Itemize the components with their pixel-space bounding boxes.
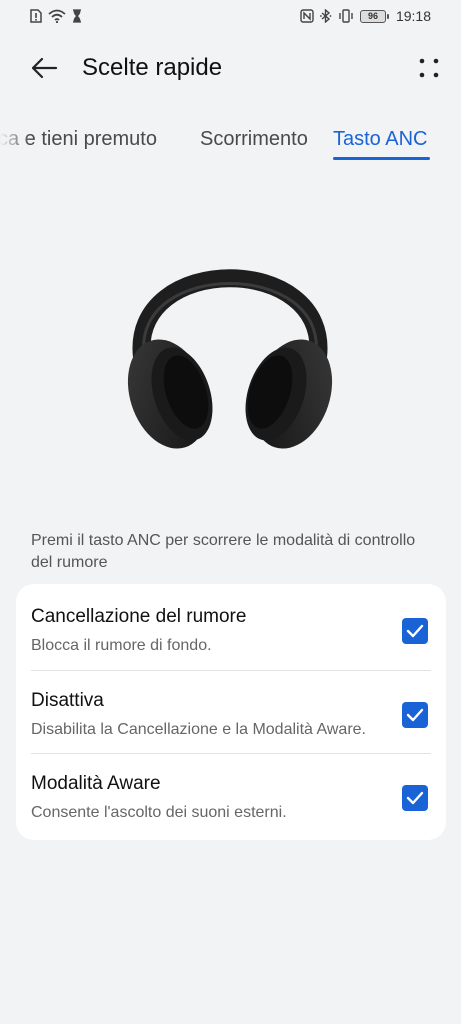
option-subtitle: Consente l'ascolto dei suoni esterni. (31, 804, 287, 821)
sim-alert-icon (30, 8, 42, 24)
option-title: Disattiva (31, 690, 104, 711)
tab-anc-button[interactable]: Tasto ANC (333, 128, 427, 151)
nfc-icon (300, 8, 314, 24)
wifi-icon (48, 8, 66, 24)
battery-icon: 96 (359, 9, 389, 23)
arrow-left-icon (31, 57, 58, 79)
status-time: 19:18 (395, 8, 431, 24)
option-disable[interactable]: Disattiva Disabilita la Cancellazione e … (16, 668, 446, 750)
checkbox-checked-icon[interactable] (402, 702, 428, 728)
more-dots-icon (419, 58, 439, 78)
app-header: Scelte rapide (0, 40, 461, 96)
option-subtitle: Blocca il rumore di fondo. (31, 637, 212, 654)
status-left-icons (30, 8, 82, 24)
tab-swipe[interactable]: Scorrimento (200, 128, 308, 151)
tabs-fade-edge (0, 118, 30, 166)
headphones-image (120, 222, 340, 462)
option-aware-mode[interactable]: Modalità Aware Consente l'ascolto dei su… (16, 751, 446, 833)
back-button[interactable] (26, 52, 62, 84)
anc-options-card: Cancellazione del rumore Blocca il rumor… (16, 584, 446, 840)
option-subtitle: Disabilita la Cancellazione e la Modalit… (31, 721, 366, 738)
checkbox-checked-icon[interactable] (402, 785, 428, 811)
tab-selected-indicator (333, 157, 430, 160)
option-title: Modalità Aware (31, 773, 161, 794)
status-bar: 96 19:18 (0, 0, 461, 32)
option-noise-cancellation[interactable]: Cancellazione del rumore Blocca il rumor… (16, 584, 446, 666)
anc-description: Premi il tasto ANC per scorrere le modal… (31, 532, 416, 571)
hourglass-icon (72, 8, 82, 24)
option-title: Cancellazione del rumore (31, 606, 247, 627)
tab-bar: cca e tieni premuto Scorrimento Tasto AN… (0, 118, 461, 166)
vibrate-icon (338, 8, 354, 24)
checkbox-checked-icon[interactable] (402, 618, 428, 644)
status-right-icons: 96 19:18 (300, 8, 431, 24)
page-title: Scelte rapide (82, 54, 223, 81)
more-options-button[interactable] (415, 54, 443, 82)
bluetooth-icon (319, 8, 332, 24)
